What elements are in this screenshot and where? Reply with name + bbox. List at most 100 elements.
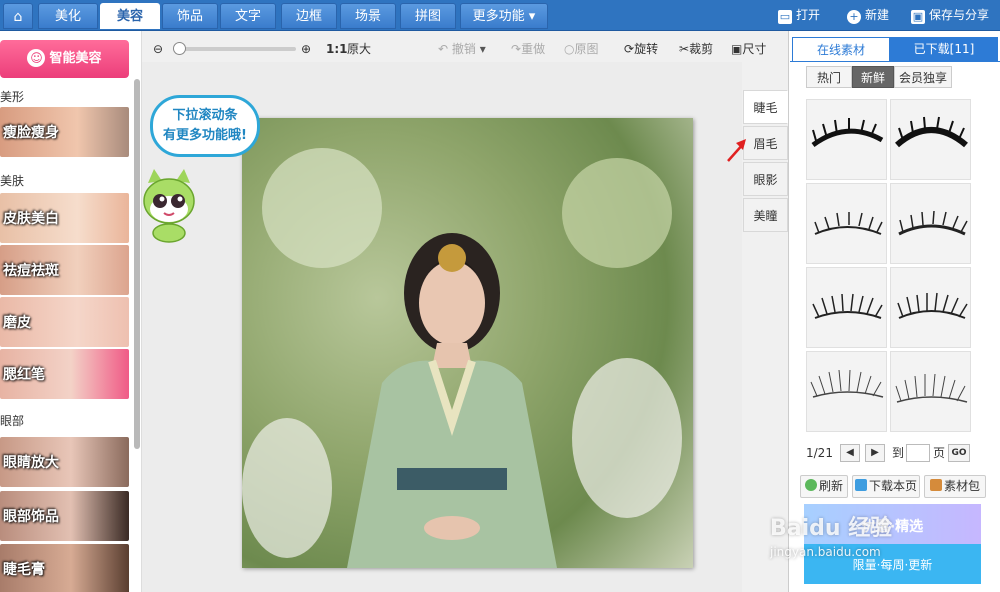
folder-icon: ▭ — [778, 10, 792, 24]
left-sidebar: ☺ 智能美容 美形 瘦脸瘦身 美肤 皮肤美白 祛痘祛斑 磨皮 腮红笔 眼部 眼睛放… — [0, 31, 142, 592]
tab-frame[interactable]: 边框 — [281, 3, 337, 29]
tab-accessories[interactable]: 饰品 — [162, 3, 218, 29]
rotate-icon: ⟳ — [624, 42, 635, 56]
home-icon: ⌂ — [13, 9, 23, 25]
subtab-members-only[interactable]: 会员独享 — [894, 66, 952, 88]
zoom-out-icon[interactable]: ⊖ — [153, 41, 163, 57]
save-icon: ▣ — [911, 10, 925, 24]
photo-canvas[interactable] — [242, 118, 693, 568]
original-image-button[interactable]: ○原图 — [564, 41, 599, 57]
eyelash-item[interactable] — [806, 183, 887, 264]
baidu-watermark: Baidu 经验 — [770, 516, 893, 541]
zoom-slider-knob[interactable] — [173, 42, 186, 55]
open-button[interactable]: ▭ 打开 — [778, 5, 820, 25]
side-tab-eyeshadow[interactable]: 眼影 — [743, 162, 788, 196]
scissors-icon: ✂ — [679, 42, 690, 56]
eyelash-item[interactable] — [890, 351, 971, 432]
subtab-popular[interactable]: 热门 — [806, 66, 852, 88]
undo-icon: ↶ — [438, 42, 449, 56]
rotate-button[interactable]: ⟳旋转 — [624, 41, 658, 57]
refresh-button[interactable]: 刷新 — [800, 475, 848, 498]
hint-speech-bubble: 下拉滚动条 有更多功能哦! — [150, 95, 260, 157]
go-button[interactable]: GO — [948, 444, 970, 462]
undo-button[interactable]: ↶ 撤销 ▾ — [438, 41, 486, 57]
tab-underline — [790, 61, 1000, 62]
tab-downloaded[interactable]: 已下载[11] — [890, 37, 998, 61]
feature-eye-accessories[interactable]: 眼部饰品 — [0, 491, 129, 541]
eyelash-icon — [810, 369, 884, 398]
original-size-button[interactable]: 原大 — [347, 41, 371, 57]
crop-button[interactable]: ✂裁剪 — [679, 41, 713, 57]
smart-beauty-button[interactable]: ☺ 智能美容 — [0, 40, 129, 78]
eyelash-item[interactable] — [890, 99, 971, 180]
zoom-in-icon[interactable]: ⊕ — [301, 41, 311, 57]
background-flowers — [242, 418, 332, 558]
feature-skin-whitening[interactable]: 皮肤美白 — [0, 193, 129, 243]
top-navigation-bar: ⌂ 美化 美容 饰品 文字 边框 场景 拼图 更多功能 ▾ ▭ 打开 + 新建 ▣ 保… — [0, 0, 1000, 31]
feature-acne-removal[interactable]: 祛痘祛斑 — [0, 245, 129, 295]
feature-slim-face[interactable]: 瘦脸瘦身 — [0, 107, 129, 157]
feature-skin-smoothing[interactable]: 磨皮 — [0, 297, 129, 347]
feature-blush-brush[interactable]: 腮红笔 — [0, 349, 129, 399]
eyelash-icon — [812, 293, 883, 319]
package-icon — [929, 479, 942, 491]
eyelash-icon — [898, 210, 968, 236]
baidu-watermark-url: jingyan.baidu.com — [770, 545, 881, 559]
red-arrow-icon — [727, 139, 746, 162]
resize-icon: ▣ — [731, 42, 743, 56]
tab-text[interactable]: 文字 — [220, 3, 276, 29]
side-tab-eyelashes[interactable]: 睫毛 — [743, 90, 788, 124]
redo-button[interactable]: ↷重做 — [511, 41, 545, 57]
goto-label: 到 — [892, 446, 905, 460]
section-title-eyes: 眼部 — [0, 414, 25, 428]
chevron-right-icon: ▶ — [871, 447, 879, 458]
section-title-shape: 美形 — [0, 90, 25, 104]
refresh-icon — [804, 479, 817, 491]
section-title-skin: 美肤 — [0, 174, 25, 188]
tab-beautify[interactable]: 美化 — [38, 3, 98, 29]
chevron-left-icon: ◀ — [846, 447, 854, 458]
size-button[interactable]: ▣尺寸 — [731, 41, 766, 57]
tab-cosmetic[interactable]: 美容 — [100, 3, 160, 29]
tab-online-materials[interactable]: 在线素材 — [792, 37, 890, 61]
home-tab[interactable]: ⌂ — [3, 3, 33, 29]
zoom-slider-track[interactable] — [176, 47, 296, 51]
eyelash-icon — [897, 292, 968, 319]
eyelash-item[interactable] — [806, 351, 887, 432]
eyelash-item[interactable] — [890, 183, 971, 264]
chevron-down-icon: ▾ — [479, 42, 486, 56]
eyelash-item[interactable] — [806, 99, 887, 180]
eyelash-item[interactable] — [806, 267, 887, 348]
background-flowers — [572, 358, 682, 518]
eyelash-icon — [811, 118, 884, 148]
page-unit-label: 页 — [933, 446, 946, 460]
page-indicator: 1/21 — [806, 446, 833, 460]
tab-more-features[interactable]: 更多功能 ▾ — [460, 3, 548, 29]
eyelash-item[interactable] — [890, 267, 971, 348]
eyelash-icon — [895, 116, 968, 148]
eyelash-icon — [895, 373, 968, 403]
page-number-input[interactable] — [906, 444, 930, 462]
save-share-button[interactable]: ▣ 保存与分享 — [911, 5, 989, 25]
plus-icon: + — [847, 10, 861, 24]
mascot-icon — [143, 169, 195, 243]
circle-icon: ○ — [564, 42, 575, 56]
sidebar-scrollbar[interactable] — [134, 79, 140, 449]
new-button[interactable]: + 新建 — [847, 5, 889, 25]
download-page-button[interactable]: 下载本页 — [852, 475, 920, 498]
redo-icon: ↷ — [511, 42, 522, 56]
material-pack-button[interactable]: 素材包 — [924, 475, 986, 498]
subtab-new[interactable]: 新鲜 — [852, 66, 894, 88]
tab-scene[interactable]: 场景 — [340, 3, 396, 29]
woman-figure — [347, 233, 557, 568]
tab-collage[interactable]: 拼图 — [400, 3, 456, 29]
face-icon: ☺ — [27, 49, 46, 67]
prev-page-button[interactable]: ◀ — [840, 444, 860, 462]
feature-mascara[interactable]: 睫毛膏 — [0, 544, 129, 592]
ratio-label[interactable]: 1:1 — [326, 41, 348, 57]
eyelash-icon — [814, 212, 883, 235]
feature-eye-enlarge[interactable]: 眼睛放大 — [0, 437, 129, 487]
download-icon — [854, 479, 867, 491]
side-tab-colored-contacts[interactable]: 美瞳 — [743, 198, 788, 232]
next-page-button[interactable]: ▶ — [865, 444, 885, 462]
